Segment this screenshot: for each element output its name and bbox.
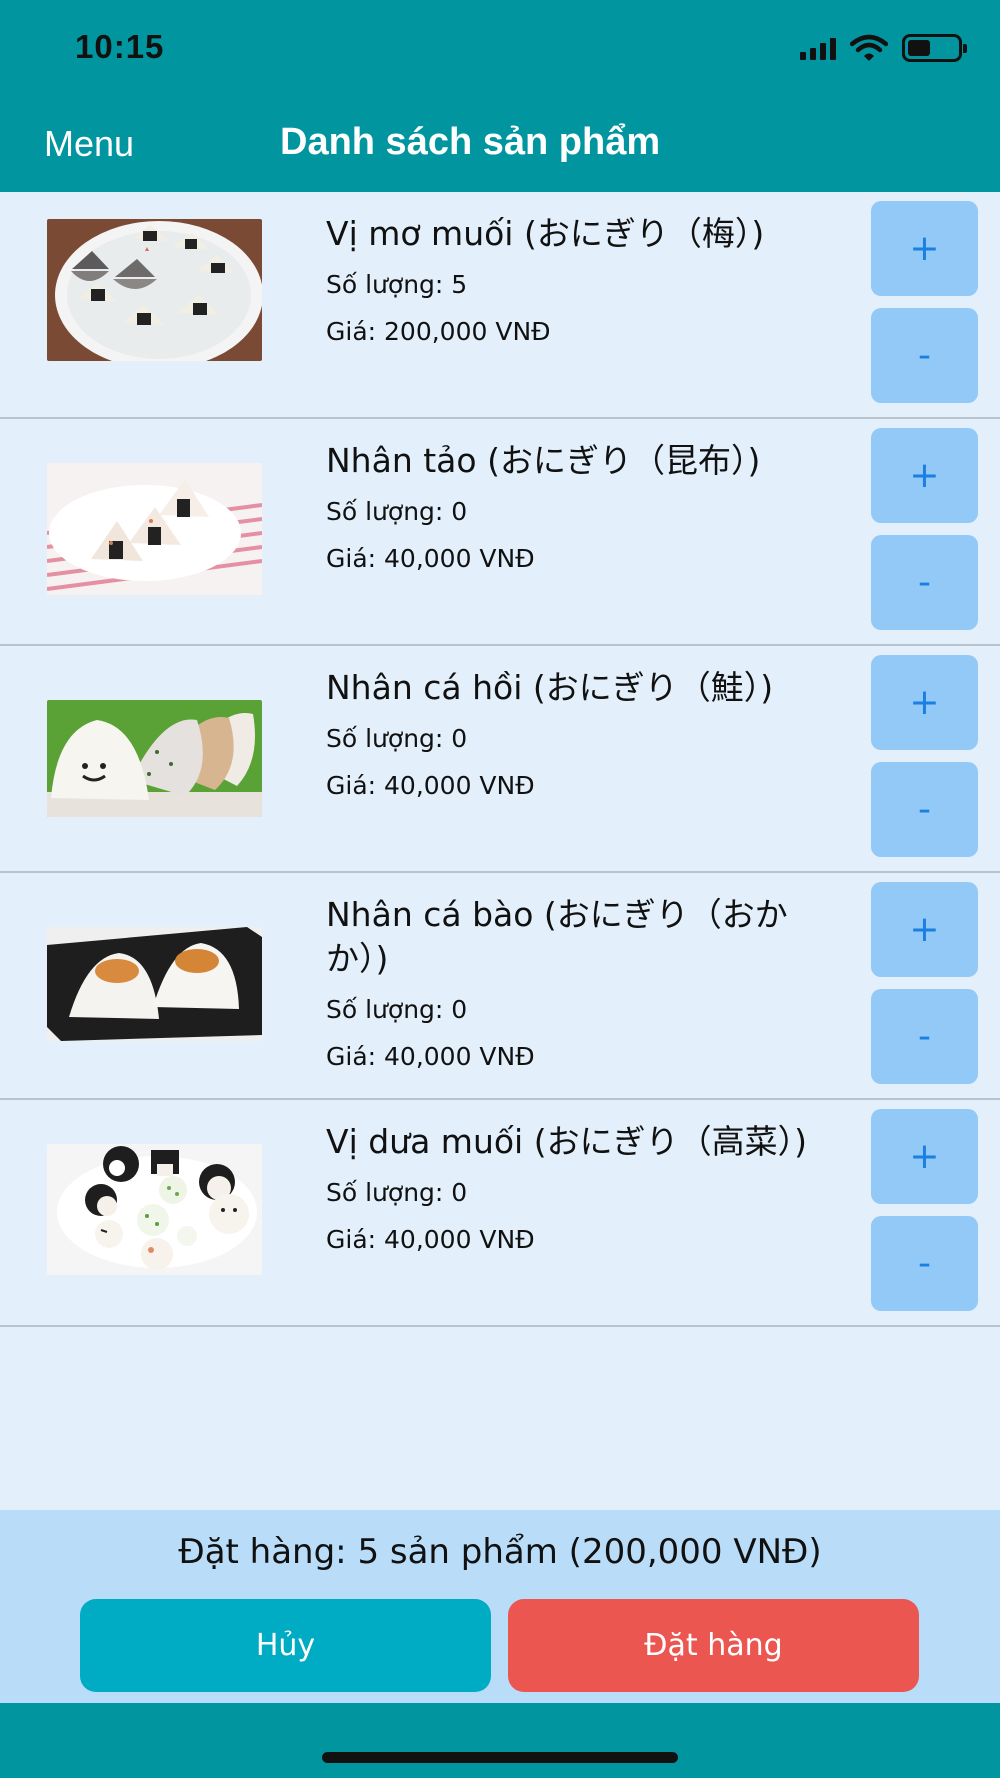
product-row: Vị dưa muối (おにぎり（高菜）) Số lượng: 0 Giá: … bbox=[0, 1100, 1000, 1327]
home-indicator[interactable] bbox=[322, 1752, 678, 1763]
cellular-signal-icon bbox=[800, 36, 836, 60]
product-row: Vị mơ muối (おにぎり（梅）) Số lượng: 5 Giá: 20… bbox=[0, 192, 1000, 419]
increase-quantity-button[interactable]: + bbox=[871, 201, 978, 296]
product-image-onigiri-kombu bbox=[47, 463, 262, 595]
decrease-quantity-button[interactable]: - bbox=[871, 1216, 978, 1311]
product-row: Nhân tảo (おにぎり（昆布）) Số lượng: 0 Giá: 40,… bbox=[0, 419, 1000, 646]
product-row: Nhân cá bào (おにぎり（おかか）) Số lượng: 0 Giá:… bbox=[0, 873, 1000, 1100]
product-name: Vị mơ muối (おにぎり（梅）) bbox=[326, 214, 765, 253]
home-indicator-area bbox=[0, 1703, 1000, 1778]
product-price: Giá: 40,000 VNĐ bbox=[326, 771, 535, 800]
product-info: Vị dưa muối (おにぎり（高菜）) Số lượng: 0 Giá: … bbox=[326, 1120, 846, 1254]
product-price: Giá: 40,000 VNĐ bbox=[326, 1042, 535, 1071]
order-summary: Đặt hàng: 5 sản phẩm (200,000 VNĐ) bbox=[178, 1532, 822, 1572]
product-name: Nhân cá bào (おにぎり（おかか）) bbox=[326, 895, 788, 978]
product-info: Vị mơ muối (おにぎり（梅）) Số lượng: 5 Giá: 20… bbox=[326, 212, 846, 346]
order-bar: Đặt hàng: 5 sản phẩm (200,000 VNĐ) Hủy Đ… bbox=[0, 1510, 1000, 1703]
status-icons bbox=[800, 34, 967, 62]
product-quantity: Số lượng: 0 bbox=[326, 724, 468, 753]
product-name: Nhân tảo (おにぎり（昆布）) bbox=[326, 441, 761, 480]
page-title: Danh sách sản phẩm bbox=[280, 121, 661, 163]
product-list: Vị mơ muối (おにぎり（梅）) Số lượng: 5 Giá: 20… bbox=[0, 192, 1000, 1327]
product-image-onigiri-okaka bbox=[47, 927, 262, 1041]
status-bar: 10:15 bbox=[0, 0, 1000, 95]
status-time: 10:15 bbox=[75, 28, 165, 65]
battery-icon bbox=[902, 34, 967, 62]
cancel-button[interactable]: Hủy bbox=[80, 1599, 491, 1692]
product-info: Nhân cá hồi (おにぎり（鮭）) Số lượng: 0 Giá: 4… bbox=[326, 666, 846, 800]
product-quantity: Số lượng: 0 bbox=[326, 1178, 468, 1207]
increase-quantity-button[interactable]: + bbox=[871, 1109, 978, 1204]
increase-quantity-button[interactable]: + bbox=[871, 428, 978, 523]
product-quantity: Số lượng: 0 bbox=[326, 995, 468, 1024]
menu-button[interactable]: Menu bbox=[44, 123, 134, 165]
product-info: Nhân cá bào (おにぎり（おかか）) Số lượng: 0 Giá:… bbox=[326, 893, 846, 1071]
product-name: Nhân cá hồi (おにぎり（鮭）) bbox=[326, 668, 774, 707]
product-quantity: Số lượng: 5 bbox=[326, 270, 468, 299]
product-quantity: Số lượng: 0 bbox=[326, 497, 468, 526]
product-image-onigiri-salmon bbox=[47, 700, 262, 817]
wifi-icon bbox=[850, 34, 888, 61]
decrease-quantity-button[interactable]: - bbox=[871, 308, 978, 403]
decrease-quantity-button[interactable]: - bbox=[871, 535, 978, 630]
product-row: Nhân cá hồi (おにぎり（鮭）) Số lượng: 0 Giá: 4… bbox=[0, 646, 1000, 873]
product-info: Nhân tảo (おにぎり（昆布）) Số lượng: 0 Giá: 40,… bbox=[326, 439, 846, 573]
product-price: Giá: 40,000 VNĐ bbox=[326, 544, 535, 573]
increase-quantity-button[interactable]: + bbox=[871, 882, 978, 977]
product-price: Giá: 200,000 VNĐ bbox=[326, 317, 551, 346]
product-image-onigiri-takana bbox=[47, 1144, 262, 1275]
product-name: Vị dưa muối (おにぎり（高菜）) bbox=[326, 1122, 807, 1161]
decrease-quantity-button[interactable]: - bbox=[871, 762, 978, 857]
product-image-onigiri-plum bbox=[47, 219, 262, 361]
decrease-quantity-button[interactable]: - bbox=[871, 989, 978, 1084]
product-price: Giá: 40,000 VNĐ bbox=[326, 1225, 535, 1254]
increase-quantity-button[interactable]: + bbox=[871, 655, 978, 750]
place-order-button[interactable]: Đặt hàng bbox=[508, 1599, 919, 1692]
nav-bar: Menu Danh sách sản phẩm bbox=[0, 95, 1000, 192]
